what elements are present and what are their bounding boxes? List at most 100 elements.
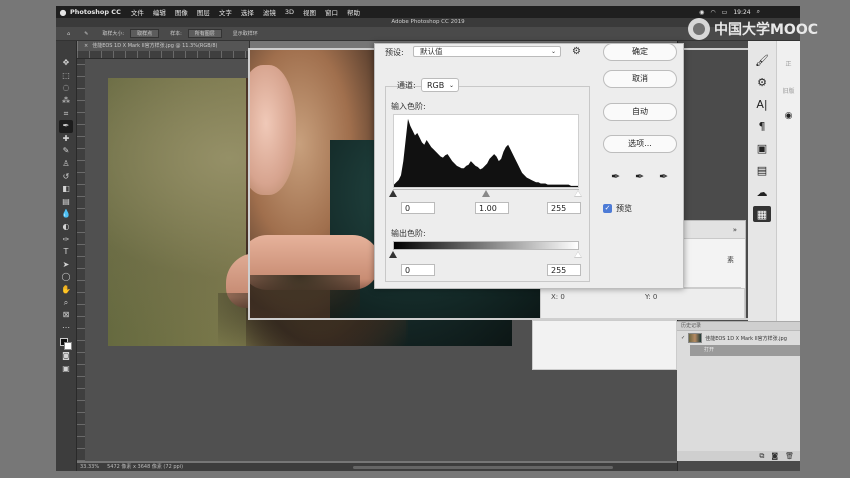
- black-point-eyedropper-icon[interactable]: ✒: [611, 170, 620, 183]
- path-select-tool-icon[interactable]: ➤: [59, 259, 73, 272]
- apple-icon[interactable]: ●: [56, 8, 70, 17]
- background-color[interactable]: [64, 342, 72, 351]
- menu-image[interactable]: 图像: [175, 7, 188, 17]
- output-gradient: [393, 241, 579, 250]
- trash-icon[interactable]: 🗑: [785, 452, 794, 460]
- menu-window[interactable]: 窗口: [325, 7, 338, 17]
- menu-3d[interactable]: 3D: [285, 8, 294, 16]
- menu-help[interactable]: 帮助: [347, 7, 360, 17]
- eyedropper-tool-icon-active[interactable]: ✒: [59, 119, 73, 133]
- input-gamma-handle[interactable]: [482, 190, 490, 197]
- sampling-ring-checkbox[interactable]: 显示取样环: [230, 29, 261, 38]
- character-icon[interactable]: A|: [752, 93, 772, 115]
- snapshot-camera-icon[interactable]: ◙: [771, 452, 778, 460]
- preset-label: 预设:: [385, 48, 404, 57]
- input-gamma-field[interactable]: 1.00: [475, 202, 509, 214]
- visibility-eye-icon[interactable]: ◉: [777, 111, 800, 121]
- menu-layer[interactable]: 图层: [197, 7, 210, 17]
- input-black-field[interactable]: 0: [401, 202, 435, 214]
- gradient-tool-icon[interactable]: ▤: [59, 196, 73, 209]
- sample-select[interactable]: 所有图层: [187, 29, 222, 38]
- output-white-field[interactable]: 255: [547, 264, 581, 276]
- hand-tool-icon[interactable]: ✋: [59, 284, 73, 297]
- side-label-legacy[interactable]: 旧版: [777, 86, 800, 95]
- auto-button[interactable]: 自动: [603, 103, 677, 121]
- input-white-field[interactable]: 255: [547, 202, 581, 214]
- healing-tool-icon[interactable]: ✚: [59, 133, 73, 146]
- menu-filter[interactable]: 滤镜: [263, 7, 276, 17]
- new-document-icon[interactable]: ⧉: [759, 452, 764, 461]
- output-white-handle[interactable]: [574, 251, 582, 258]
- gear-icon[interactable]: ⚙: [572, 46, 581, 57]
- quick-mask-icon[interactable]: ◙: [59, 350, 73, 363]
- brush-source-icon[interactable]: ✓: [681, 335, 685, 341]
- output-black-handle[interactable]: [389, 251, 397, 258]
- histogram-shape: [394, 118, 578, 187]
- preview-checkbox[interactable]: ✓: [603, 204, 612, 213]
- clock-time[interactable]: 19:24: [733, 9, 750, 16]
- shape-tool-icon[interactable]: ◯: [59, 271, 73, 284]
- output-slider[interactable]: [389, 251, 582, 259]
- record-icon[interactable]: ◉: [699, 9, 704, 16]
- quick-select-tool-icon[interactable]: ⁂: [59, 95, 73, 108]
- chevron-down-icon: ⌄: [550, 48, 556, 55]
- brush-tool-icon[interactable]: ✎: [59, 145, 73, 158]
- cancel-button[interactable]: 取消: [603, 70, 677, 88]
- document-tab[interactable]: × 佳能EOS 1D X Mark II官方样张.jpg @ 11.3%(RGB/…: [78, 41, 250, 51]
- screen-mode-icon[interactable]: ▣: [59, 363, 73, 376]
- output-black-field[interactable]: 0: [401, 264, 435, 276]
- history-snapshot[interactable]: ✓ 佳能EOS 1D X Mark II官方样张.jpg: [677, 331, 800, 345]
- eraser-tool-icon[interactable]: ◧: [59, 183, 73, 196]
- color-swatches[interactable]: [60, 338, 72, 351]
- levels-dialog: 预设: 默认值 ⌄ ⚙ 通道: RGB ⌄ 输入色阶: 0 1.00 255 输…: [374, 43, 684, 289]
- frame-tool-icon[interactable]: ⊠: [59, 309, 73, 322]
- pen-tool-icon[interactable]: ✑: [59, 233, 73, 246]
- home-icon[interactable]: ⌂: [64, 30, 73, 38]
- zoom-level[interactable]: 33.33%: [80, 463, 99, 471]
- wifi-icon[interactable]: ◠: [710, 9, 715, 16]
- battery-icon[interactable]: ▭: [722, 9, 728, 16]
- marquee-tool-icon[interactable]: ⬚: [59, 70, 73, 83]
- gray-point-eyedropper-icon[interactable]: ✒: [635, 170, 644, 183]
- creative-cloud-icon[interactable]: ☁: [752, 181, 772, 203]
- menu-type[interactable]: 文字: [219, 7, 232, 17]
- menu-select[interactable]: 选择: [241, 7, 254, 17]
- dodge-tool-icon[interactable]: ◐: [59, 221, 73, 234]
- type-tool-icon[interactable]: T: [59, 246, 73, 259]
- more-tools-icon[interactable]: ⋯: [59, 321, 73, 334]
- preset-select[interactable]: 默认值 ⌄: [413, 46, 561, 57]
- stamp-tool-icon[interactable]: ♙: [59, 158, 73, 171]
- input-white-handle[interactable]: [574, 190, 582, 197]
- libraries-icon[interactable]: ▣: [752, 137, 772, 159]
- input-black-handle[interactable]: [389, 190, 397, 197]
- paragraph-icon[interactable]: ¶: [752, 115, 772, 137]
- spotlight-icon[interactable]: ⌕: [757, 8, 760, 16]
- history-panel-icon[interactable]: ▦: [753, 206, 771, 222]
- sample-size-select[interactable]: 取样点: [130, 29, 160, 38]
- menu-view[interactable]: 视图: [303, 7, 316, 17]
- crop-tool-icon[interactable]: ⌗: [59, 107, 73, 120]
- history-step-open[interactable]: 打开: [690, 345, 800, 356]
- app-menu[interactable]: Photoshop CC: [70, 8, 121, 16]
- notes-icon[interactable]: ▤: [752, 159, 772, 181]
- adjust-icon[interactable]: ⚙: [752, 71, 772, 93]
- ok-button[interactable]: 确定: [603, 43, 677, 61]
- horizontal-scrollbar[interactable]: [353, 465, 614, 469]
- zoom-tool-icon[interactable]: ⌕: [59, 296, 73, 309]
- side-label-top[interactable]: 正: [777, 59, 800, 68]
- menu-file[interactable]: 文件: [131, 7, 144, 17]
- input-slider[interactable]: [389, 189, 582, 197]
- channel-select[interactable]: RGB ⌄: [421, 78, 459, 92]
- eyedropper-tool-icon[interactable]: ✎: [81, 30, 91, 38]
- lasso-tool-icon[interactable]: ◌: [59, 82, 73, 95]
- vertical-ruler[interactable]: [77, 59, 85, 461]
- close-tab-icon[interactable]: ×: [84, 43, 88, 49]
- move-tool-icon[interactable]: ✥: [59, 57, 73, 70]
- history-header[interactable]: 历史记录: [677, 322, 800, 331]
- menu-edit[interactable]: 编辑: [153, 7, 166, 17]
- white-point-eyedropper-icon[interactable]: ✒: [659, 170, 668, 183]
- brush-settings-icon[interactable]: 🖌: [752, 49, 772, 71]
- blur-tool-icon[interactable]: 💧: [59, 208, 73, 221]
- history-brush-icon[interactable]: ↺: [59, 170, 73, 183]
- options-button[interactable]: 选项...: [603, 135, 677, 153]
